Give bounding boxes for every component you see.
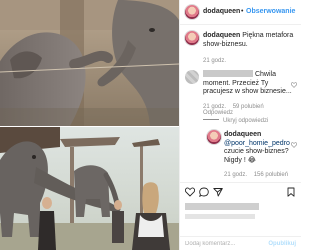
instagram-post: dodaqueen • Obserwowanie dodaqueen Piękn… — [0, 0, 301, 251]
comment-input[interactable] — [185, 239, 269, 249]
post-image-collage[interactable] — [0, 0, 179, 250]
comment-text-line1: Chwila — [254, 71, 276, 78]
reply-meta: 21 godz. 156 polubień — [224, 172, 293, 178]
censored-username — [203, 70, 253, 77]
add-comment-bar: Opublikuj — [180, 236, 301, 251]
paper-plane-icon[interactable] — [213, 187, 223, 197]
caption-username[interactable]: dodaqueen — [203, 32, 240, 39]
comment-text-rest: moment. Przecież Ty pracujesz w show biz… — [203, 79, 292, 96]
reply-item: dodaqueen @poor_homie_pedro czucie show-… — [180, 130, 301, 172]
hide-replies-button[interactable]: Ukryj odpowiedzi — [203, 118, 268, 124]
elephants-photo-top — [0, 0, 179, 126]
censored-likes — [185, 203, 259, 210]
separator-dot: • — [241, 8, 244, 15]
caption-timestamp: 21 godz. — [203, 58, 227, 64]
likes-summary — [185, 202, 296, 212]
comment-text: Chwila moment. Przecież Ty pracujesz w s… — [203, 70, 297, 97]
caption-time: 21 godz. — [203, 58, 231, 64]
censored-timestamp — [185, 214, 255, 219]
reply-heart-icon[interactable] — [291, 142, 297, 148]
reply-text: dodaqueen @poor_homie_pedro czucie show-… — [224, 131, 290, 165]
censored-avatar — [185, 70, 199, 84]
reply-emoji: 😂 — [247, 156, 256, 164]
following-button[interactable]: Obserwowanie — [246, 8, 295, 15]
comment-reply-row: Odpowiedz — [203, 110, 238, 116]
caption-avatar[interactable] — [185, 31, 199, 45]
heart-icon[interactable] — [185, 187, 195, 197]
post-header: dodaqueen • Obserwowanie — [180, 0, 301, 25]
bookmark-icon[interactable] — [286, 187, 296, 197]
avatar[interactable] — [185, 5, 199, 19]
reply-button[interactable]: Odpowiedz — [203, 110, 233, 116]
caption: dodaqueen Piękna metafora show-biznesu. — [180, 30, 301, 60]
post-actions — [180, 182, 301, 199]
reply-likes[interactable]: 156 polubień — [254, 172, 288, 178]
header-username[interactable]: dodaqueen — [203, 8, 240, 15]
reply-time: 21 godz. — [224, 172, 248, 178]
reply-body: czucie show-biznes? Nigdy ! — [224, 148, 289, 164]
publish-button[interactable]: Opublikuj — [268, 241, 296, 247]
hide-replies-line — [203, 119, 219, 120]
reply-mention[interactable]: @poor_homie_pedro — [224, 140, 290, 147]
caption-text: dodaqueen Piękna metafora show-biznesu. — [203, 32, 297, 49]
hide-replies-label: Ukryj odpowiedzi — [223, 118, 269, 124]
reply-avatar[interactable] — [207, 130, 221, 144]
comment-heart-icon[interactable] — [291, 82, 297, 88]
elephants-photo-bottom — [0, 127, 179, 250]
comments-panel: dodaqueen • Obserwowanie dodaqueen Piękn… — [179, 0, 301, 251]
reply-username[interactable]: dodaqueen — [224, 131, 261, 138]
speech-bubble-icon[interactable] — [199, 187, 209, 197]
